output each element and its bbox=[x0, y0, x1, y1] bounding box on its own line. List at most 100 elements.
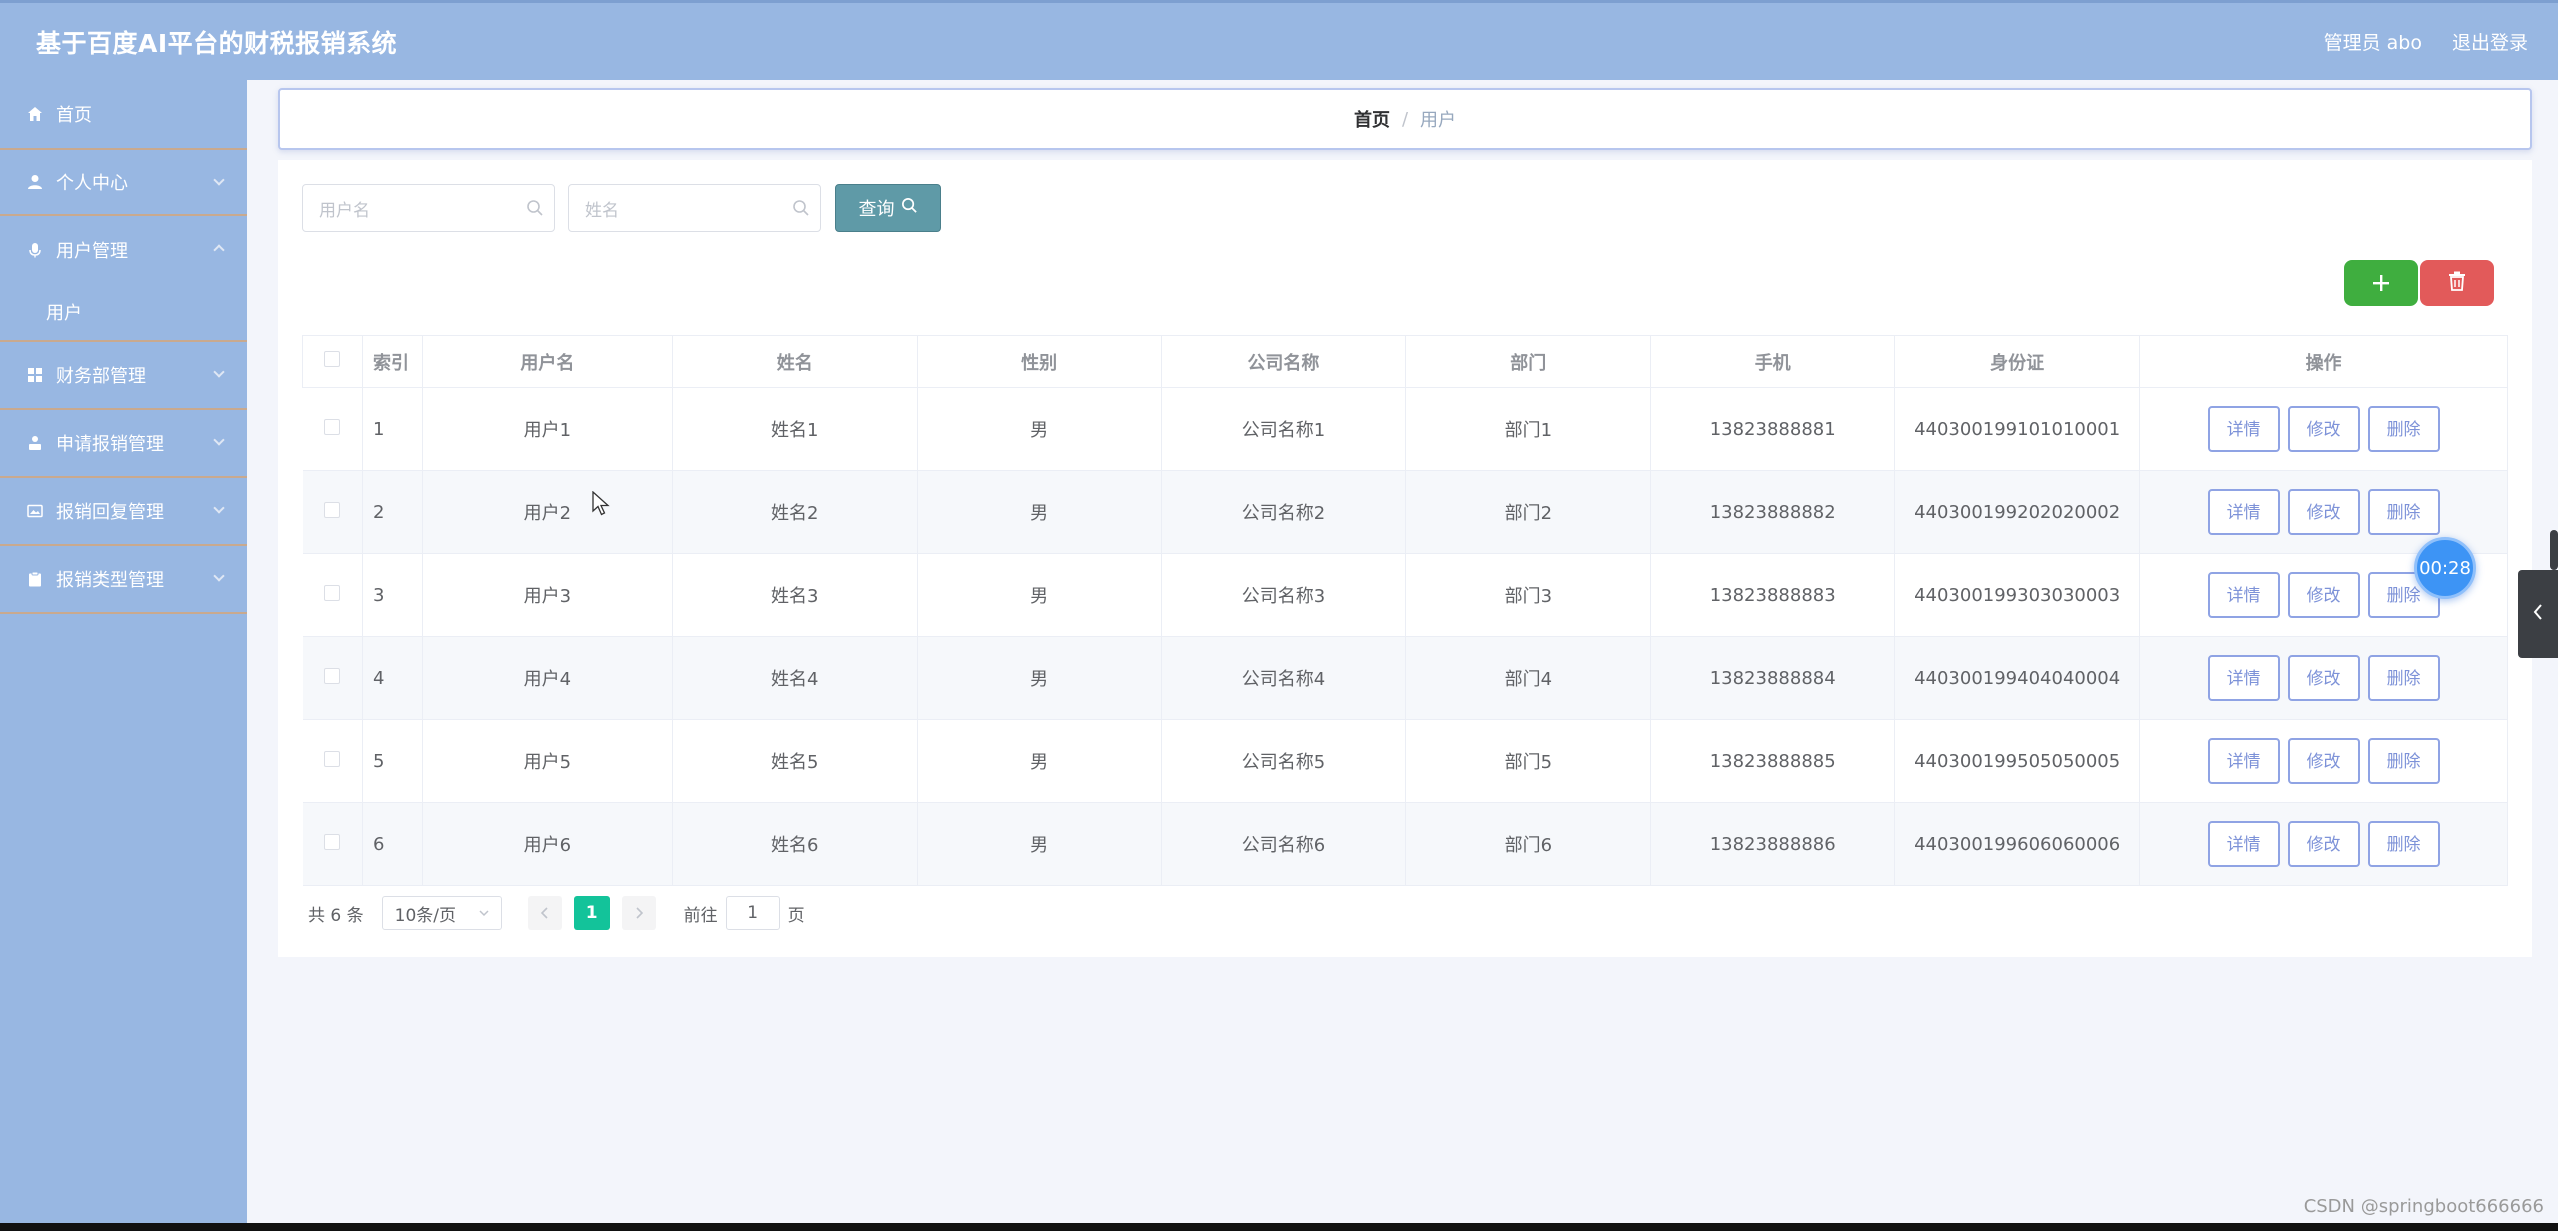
search-icon bbox=[526, 199, 544, 222]
cell-phone: 13823888885 bbox=[1650, 719, 1896, 803]
chevron-left-icon bbox=[2532, 603, 2544, 625]
cell-index: 6 bbox=[362, 802, 423, 886]
name-search-input[interactable]: 姓名 bbox=[568, 184, 821, 232]
row-checkbox[interactable] bbox=[324, 418, 341, 435]
edit-button[interactable]: 修改 bbox=[2287, 655, 2360, 701]
cell-company: 公司名称1 bbox=[1161, 387, 1407, 471]
sidebar-item-personal-center[interactable]: 个人中心 bbox=[0, 148, 247, 216]
chevron-right-icon bbox=[634, 903, 644, 924]
cell-gender: 男 bbox=[917, 553, 1162, 637]
cell-name: 姓名1 bbox=[672, 387, 918, 471]
next-page-button[interactable] bbox=[621, 896, 656, 930]
goto-prefix: 前往 bbox=[683, 905, 718, 926]
delete-button[interactable]: 删除 bbox=[2367, 738, 2440, 784]
cell-username: 用户4 bbox=[422, 636, 673, 720]
logout-link[interactable]: 退出登录 bbox=[2452, 28, 2528, 55]
cell-company: 公司名称4 bbox=[1161, 636, 1407, 720]
cell-department: 部门5 bbox=[1405, 719, 1652, 803]
page-number-1[interactable]: 1 bbox=[573, 896, 610, 930]
cell-id-card: 440300199101010001 bbox=[1894, 387, 2141, 471]
batch-delete-button[interactable] bbox=[2420, 260, 2494, 306]
admin-user-label[interactable]: 管理员 abo bbox=[2324, 28, 2422, 55]
prev-page-button[interactable] bbox=[527, 896, 562, 930]
delete-button[interactable]: 删除 bbox=[2367, 655, 2440, 701]
username-search-input[interactable]: 用户名 bbox=[302, 184, 555, 232]
cell-id-card: 440300199606060006 bbox=[1894, 802, 2141, 886]
sidebar-item-label: 用户管理 bbox=[56, 241, 128, 262]
sidebar-subitem-user[interactable]: 用户 bbox=[0, 284, 247, 342]
row-checkbox[interactable] bbox=[324, 501, 341, 518]
mic-icon bbox=[26, 241, 44, 259]
breadcrumb-home[interactable]: 首页 bbox=[1354, 106, 1390, 132]
cell-department: 部门1 bbox=[1405, 387, 1652, 471]
image-icon bbox=[26, 502, 44, 520]
username-placeholder: 用户名 bbox=[319, 200, 370, 221]
cell-index: 3 bbox=[362, 553, 423, 637]
sidebar-item-reimbursement-reply[interactable]: 报销回复管理 bbox=[0, 478, 247, 546]
chevron-down-icon bbox=[213, 502, 225, 514]
cell-name: 姓名5 bbox=[672, 719, 918, 803]
page-size-select[interactable]: 10条/页 bbox=[381, 896, 502, 930]
total-count: 共 6 条 bbox=[308, 905, 364, 926]
cell-actions: 详情 修改 删除 bbox=[2139, 387, 2508, 471]
chevron-down-icon bbox=[213, 570, 225, 582]
sidebar-item-label: 申请报销管理 bbox=[56, 434, 164, 455]
breadcrumb: 首页 / 用户 bbox=[278, 88, 2532, 150]
table-row: 3 用户3 姓名3 男公司名称3 部门3 13823888883 4403001993030… bbox=[302, 553, 2508, 637]
cell-phone: 13823888884 bbox=[1650, 636, 1896, 720]
sidebar-item-user-management[interactable]: 用户管理 bbox=[0, 216, 247, 284]
sidebar-item-reimbursement-type[interactable]: 报销类型管理 bbox=[0, 546, 247, 614]
delete-button[interactable]: 删除 bbox=[2367, 821, 2440, 867]
name-placeholder: 姓名 bbox=[585, 200, 619, 221]
detail-button[interactable]: 详情 bbox=[2207, 406, 2280, 452]
column-header-name: 姓名 bbox=[671, 335, 918, 388]
recording-timer-badge[interactable]: 00:28 bbox=[2414, 537, 2476, 599]
table-row: 5 用户5 姓名5 男公司名称5 部门5 13823888885 4403001995050… bbox=[302, 719, 2508, 803]
row-checkbox[interactable] bbox=[324, 584, 341, 601]
detail-button[interactable]: 详情 bbox=[2207, 489, 2280, 535]
chevron-down-icon bbox=[213, 434, 225, 446]
app-title: 基于百度AI平台的财税报销系统 bbox=[36, 28, 398, 58]
sidebar-item-finance-dept[interactable]: 财务部管理 bbox=[0, 342, 247, 410]
cell-username: 用户2 bbox=[422, 470, 673, 554]
row-select-cell bbox=[302, 470, 363, 554]
side-panel-toggle[interactable] bbox=[2518, 570, 2558, 658]
cell-department: 部门3 bbox=[1405, 553, 1652, 637]
cell-department: 部门2 bbox=[1405, 470, 1652, 554]
cell-actions: 详情 修改 删除 bbox=[2139, 802, 2508, 886]
cell-company: 公司名称5 bbox=[1161, 719, 1407, 803]
sidebar-item-apply-reimbursement[interactable]: 申请报销管理 bbox=[0, 410, 247, 478]
detail-button[interactable]: 详情 bbox=[2207, 821, 2280, 867]
row-checkbox[interactable] bbox=[324, 833, 341, 850]
edit-button[interactable]: 修改 bbox=[2287, 738, 2360, 784]
cell-id-card: 440300199404040004 bbox=[1894, 636, 2141, 720]
row-checkbox[interactable] bbox=[324, 667, 341, 684]
chevron-down-icon bbox=[213, 174, 225, 186]
edit-button[interactable]: 修改 bbox=[2287, 821, 2360, 867]
select-all-checkbox[interactable] bbox=[324, 351, 341, 367]
detail-button[interactable]: 详情 bbox=[2207, 738, 2280, 784]
sidebar-item-label: 个人中心 bbox=[56, 173, 128, 194]
sidebar-subitem-label: 用户 bbox=[46, 303, 82, 324]
cell-company: 公司名称6 bbox=[1161, 802, 1407, 886]
search-icon bbox=[901, 197, 918, 219]
edit-button[interactable]: 修改 bbox=[2287, 406, 2360, 452]
sidebar-item-home[interactable]: 首页 bbox=[0, 80, 247, 148]
cell-gender: 男 bbox=[917, 470, 1162, 554]
add-button[interactable] bbox=[2344, 260, 2418, 306]
cell-index: 4 bbox=[362, 636, 423, 720]
edit-button[interactable]: 修改 bbox=[2287, 489, 2360, 535]
detail-button[interactable]: 详情 bbox=[2207, 572, 2280, 618]
edit-button[interactable]: 修改 bbox=[2287, 572, 2360, 618]
table-row: 6 用户6 姓名6 男公司名称6 部门6 13823888886 4403001996060… bbox=[302, 802, 2508, 886]
query-button[interactable]: 查询 bbox=[835, 184, 941, 232]
delete-button[interactable]: 删除 bbox=[2367, 489, 2440, 535]
cell-name: 姓名3 bbox=[672, 553, 918, 637]
table-row: 1 用户1 姓名1 男公司名称1 部门1 13823888881 4403001991010… bbox=[302, 387, 2508, 471]
detail-button[interactable]: 详情 bbox=[2207, 655, 2280, 701]
goto-page-input[interactable]: 1 bbox=[725, 896, 780, 930]
column-header-phone: 手机 bbox=[1650, 335, 1896, 388]
cell-gender: 男 bbox=[917, 387, 1162, 471]
delete-button[interactable]: 删除 bbox=[2367, 406, 2440, 452]
row-checkbox[interactable] bbox=[324, 750, 341, 767]
